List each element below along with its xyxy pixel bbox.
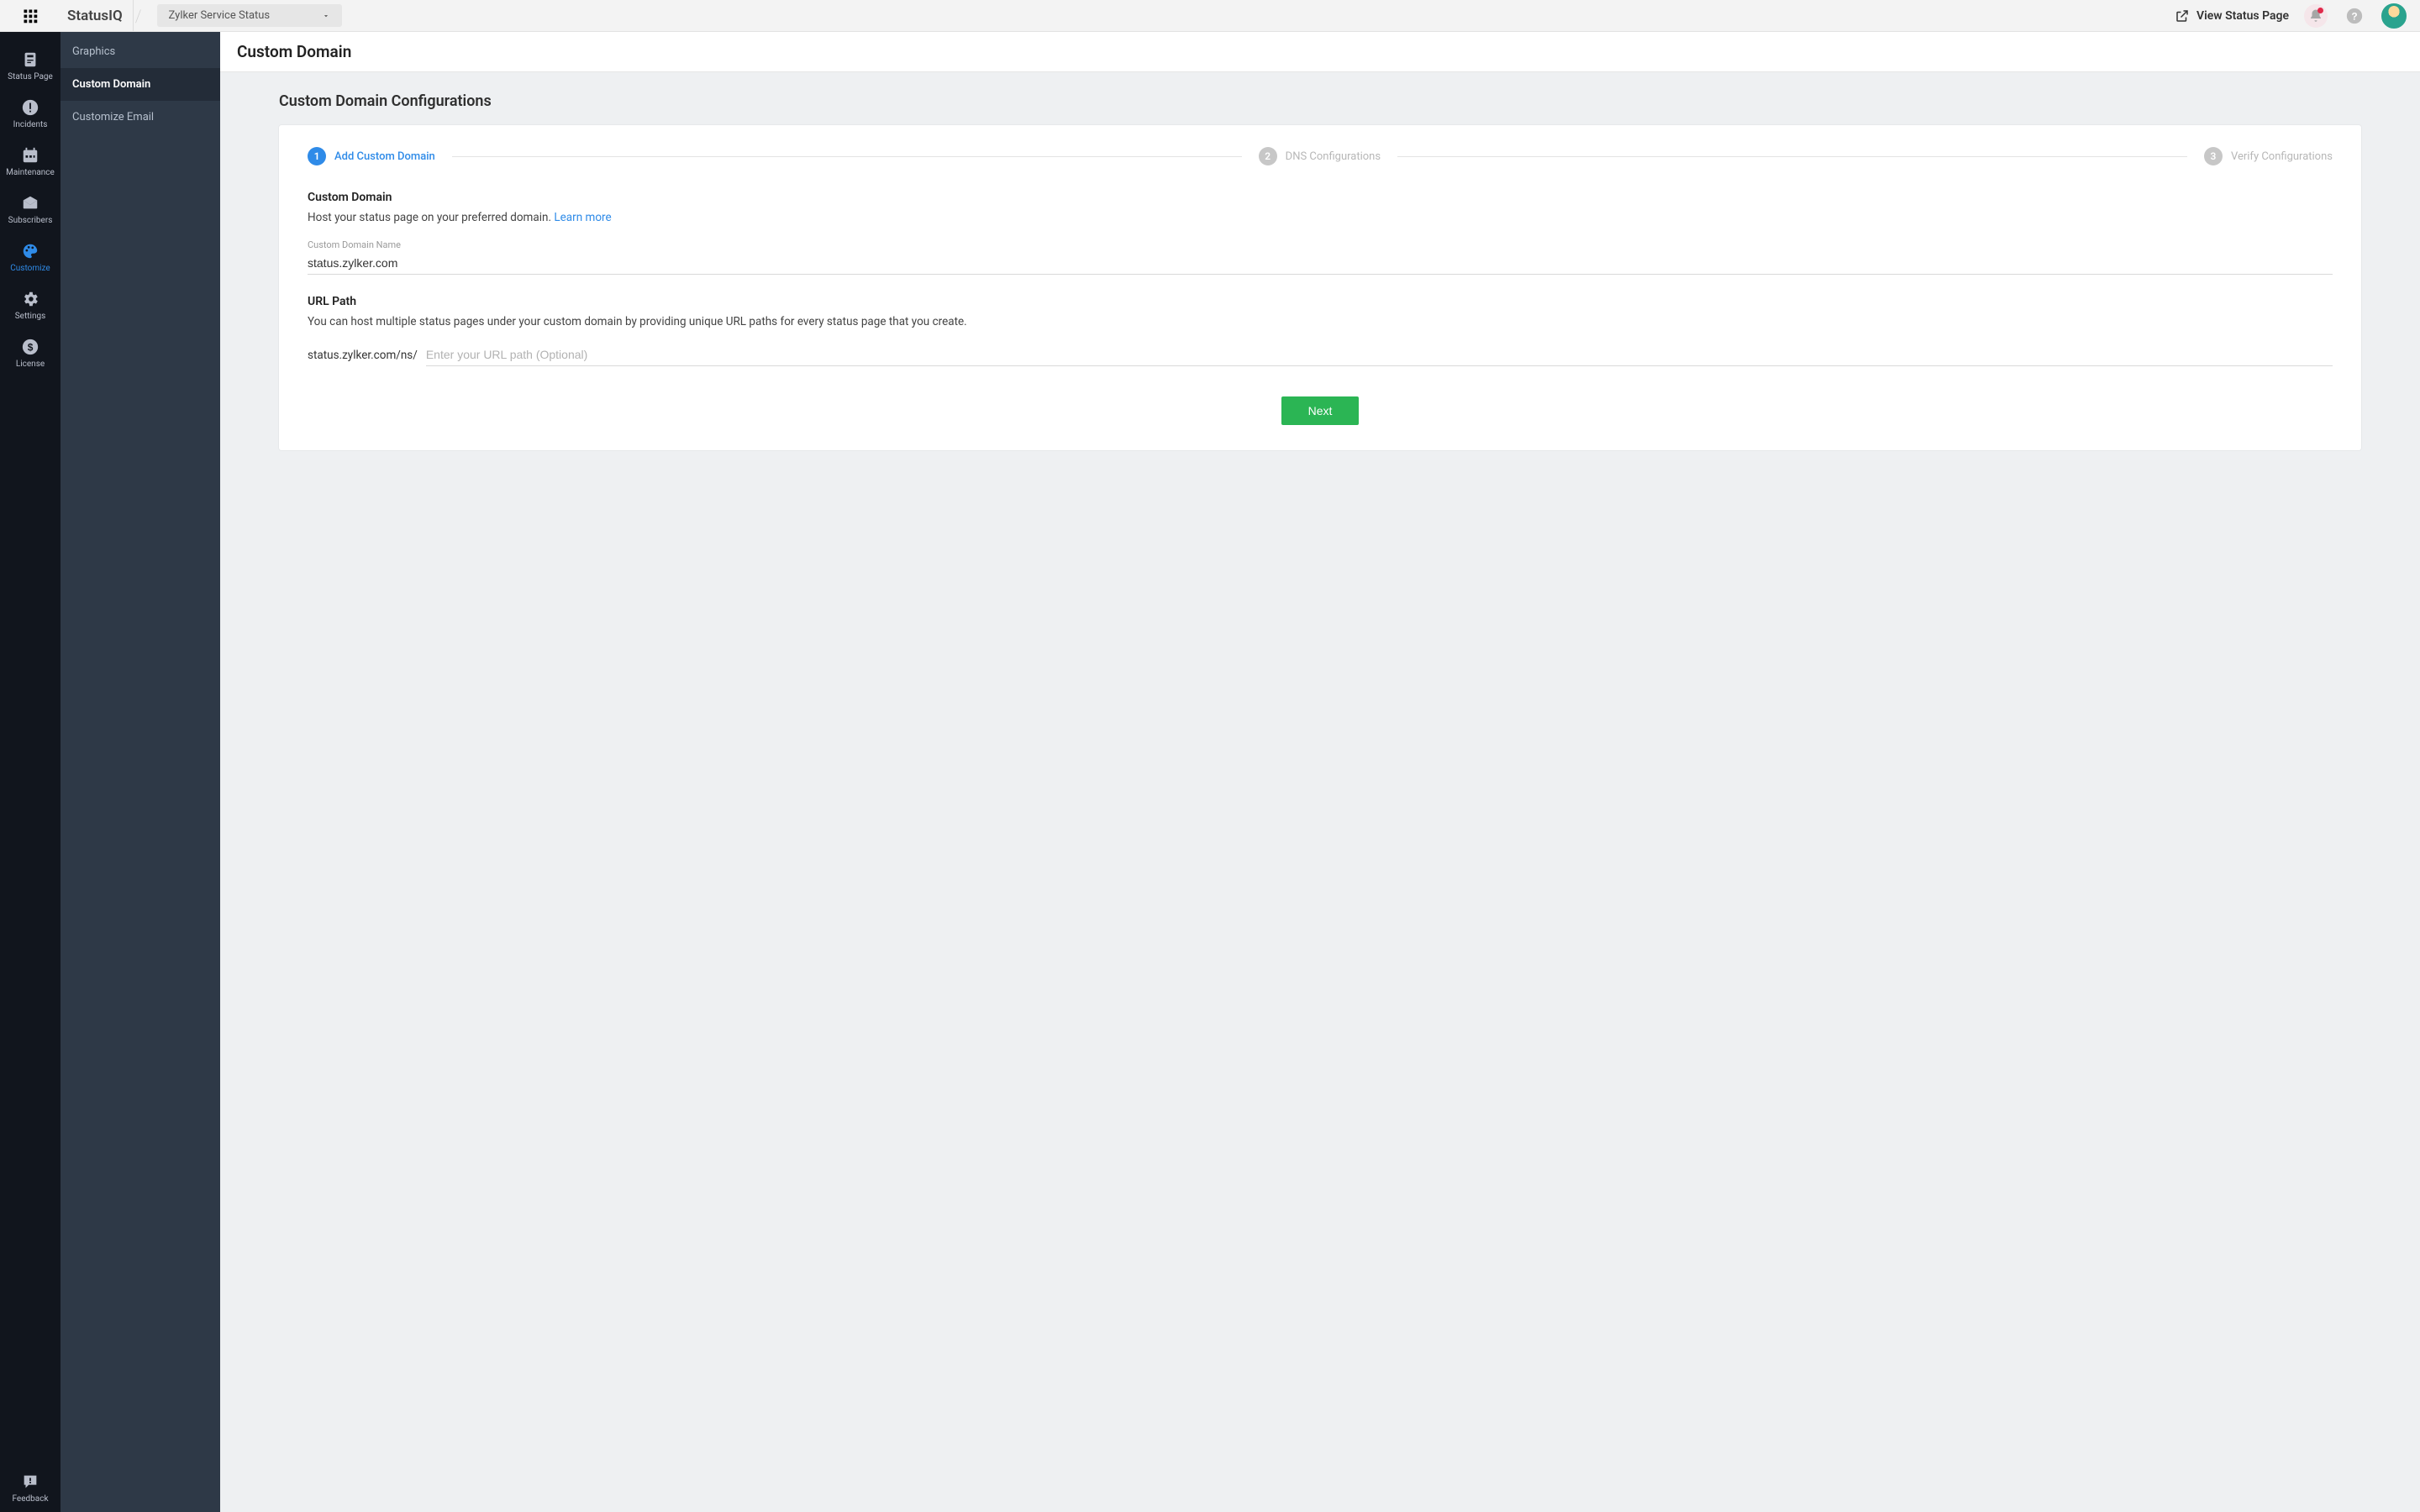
notifications-button[interactable] — [2304, 4, 2328, 28]
svg-text:?: ? — [2351, 10, 2357, 22]
gear-icon — [21, 290, 39, 308]
sidebar-item-label: Settings — [15, 312, 46, 321]
sidebar-item-label: Subscribers — [8, 216, 53, 225]
sidebar-secondary: Graphics Custom Domain Customize Email — [60, 32, 220, 1512]
subnav-item-customize-email[interactable]: Customize Email — [60, 101, 220, 134]
custom-domain-desc: Host your status page on your preferred … — [308, 211, 2333, 224]
subnav-item-graphics[interactable]: Graphics — [60, 35, 220, 68]
next-button[interactable]: Next — [1281, 396, 1360, 425]
section-title: Custom Domain Configurations — [279, 92, 2361, 110]
step-number: 3 — [2204, 147, 2223, 165]
sidebar-item-license[interactable]: $ License — [0, 329, 60, 377]
grid-icon — [23, 8, 38, 24]
service-selector-label: Zylker Service Status — [169, 9, 271, 22]
learn-more-link[interactable]: Learn more — [554, 211, 611, 224]
avatar[interactable] — [2381, 3, 2407, 29]
url-path-title: URL Path — [308, 295, 2333, 308]
feedback-icon — [21, 1473, 39, 1491]
step-connector — [452, 156, 1242, 157]
step-label: Verify Configurations — [2231, 150, 2333, 163]
sidebar-item-label: Status Page — [8, 72, 53, 81]
step-1[interactable]: 1 Add Custom Domain — [308, 147, 435, 165]
sidebar-item-status-page[interactable]: Status Page — [0, 42, 60, 90]
content-area: Custom Domain Custom Domain Configuratio… — [220, 32, 2420, 1512]
sidebar-item-subscribers[interactable]: Subscribers — [0, 186, 60, 234]
view-status-page-label: View Status Page — [2196, 9, 2289, 23]
breadcrumb-separator: / — [134, 6, 145, 26]
alert-icon — [21, 98, 39, 117]
url-path-prefix: status.zylker.com/ns/ — [308, 349, 418, 366]
step-connector — [1397, 156, 2187, 157]
sidebar-item-maintenance[interactable]: Maintenance — [0, 138, 60, 186]
top-bar: StatusIQ / Zylker Service Status View St… — [0, 0, 2420, 32]
step-number: 1 — [308, 147, 326, 165]
page-title: Custom Domain — [220, 32, 2420, 72]
external-link-icon — [2175, 8, 2190, 24]
config-card: 1 Add Custom Domain 2 DNS Configurations… — [279, 125, 2361, 450]
view-status-page-button[interactable]: View Status Page — [2175, 8, 2289, 24]
help-icon: ? — [2345, 7, 2364, 25]
stepper: 1 Add Custom Domain 2 DNS Configurations… — [308, 147, 2333, 165]
sidebar-primary: Status Page Incidents Maintenance Subscr… — [0, 32, 60, 1512]
sidebar-item-label: License — [16, 360, 45, 369]
calendar-icon — [21, 146, 39, 165]
sidebar-item-label: Incidents — [13, 120, 48, 129]
sidebar-item-label: Maintenance — [6, 168, 55, 177]
custom-domain-input[interactable] — [308, 252, 2333, 275]
step-label: Add Custom Domain — [334, 150, 435, 163]
custom-domain-title: Custom Domain — [308, 191, 2333, 204]
step-3[interactable]: 3 Verify Configurations — [2204, 147, 2333, 165]
dollar-icon: $ — [21, 338, 39, 356]
brand-name[interactable]: StatusIQ — [60, 0, 134, 31]
apps-launcher[interactable] — [0, 0, 60, 31]
svg-text:$: $ — [28, 342, 34, 354]
step-label: DNS Configurations — [1286, 150, 1381, 163]
palette-icon — [21, 242, 39, 260]
url-path-input[interactable] — [426, 344, 2333, 366]
step-2[interactable]: 2 DNS Configurations — [1259, 147, 1381, 165]
chevron-down-icon — [322, 12, 330, 20]
service-selector[interactable]: Zylker Service Status — [157, 4, 342, 27]
sidebar-item-feedback[interactable]: Feedback — [0, 1464, 60, 1512]
domain-field-label: Custom Domain Name — [308, 239, 2333, 250]
desc-text: Host your status page on your preferred … — [308, 211, 554, 224]
sidebar-item-label: Feedback — [12, 1494, 48, 1504]
badge-icon — [21, 50, 39, 69]
step-number: 2 — [1259, 147, 1277, 165]
sidebar-item-incidents[interactable]: Incidents — [0, 90, 60, 138]
help-button[interactable]: ? — [2343, 4, 2366, 28]
notification-indicator — [2317, 8, 2323, 13]
mailbox-icon — [21, 194, 39, 213]
subnav-item-custom-domain[interactable]: Custom Domain — [60, 68, 220, 101]
sidebar-item-label: Customize — [10, 264, 50, 273]
sidebar-item-customize[interactable]: Customize — [0, 234, 60, 281]
sidebar-item-settings[interactable]: Settings — [0, 281, 60, 329]
url-path-desc: You can host multiple status pages under… — [308, 315, 2333, 328]
